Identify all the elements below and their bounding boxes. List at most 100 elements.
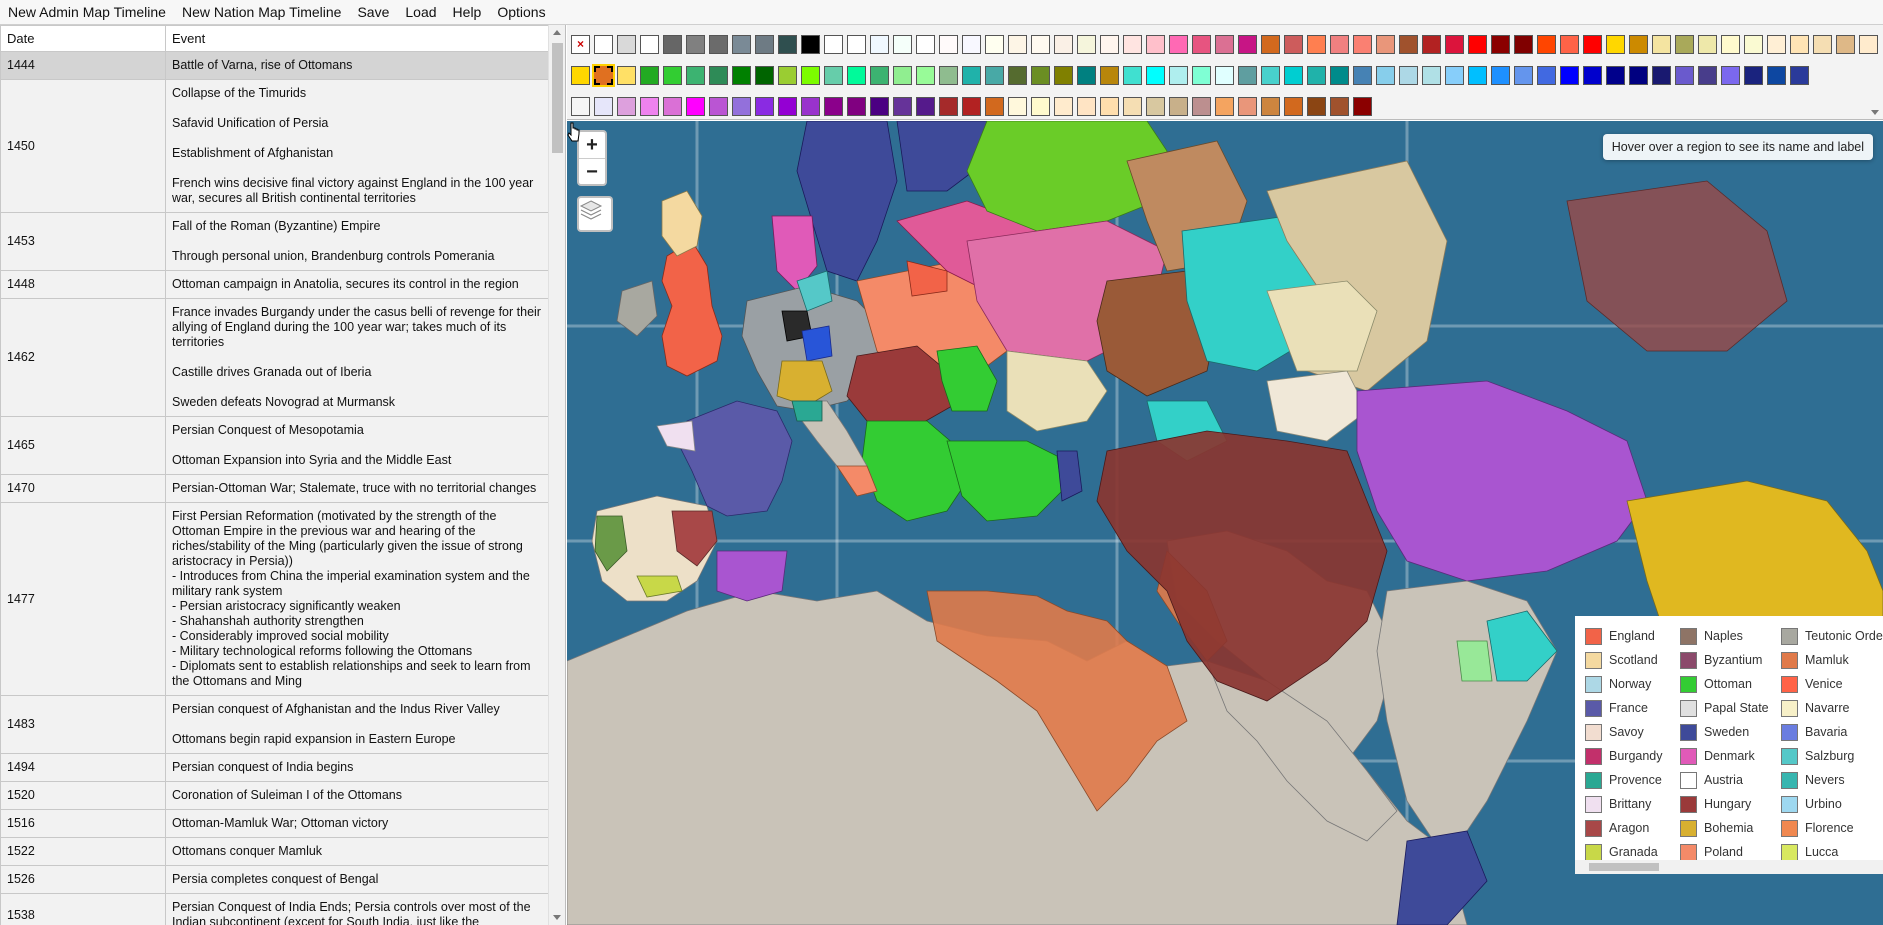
row-date[interactable]: 1444 bbox=[0, 51, 166, 80]
row-date[interactable]: 1470 bbox=[0, 474, 166, 503]
color-swatch[interactable] bbox=[1054, 97, 1073, 116]
color-swatch[interactable] bbox=[1767, 66, 1786, 85]
row-date[interactable]: 1448 bbox=[0, 270, 166, 299]
color-swatch[interactable] bbox=[847, 97, 866, 116]
color-swatch[interactable] bbox=[1560, 35, 1579, 54]
color-swatch[interactable] bbox=[1399, 35, 1418, 54]
color-swatch[interactable] bbox=[1031, 97, 1050, 116]
color-swatch[interactable] bbox=[824, 97, 843, 116]
color-swatch[interactable] bbox=[1422, 35, 1441, 54]
color-swatch[interactable] bbox=[985, 35, 1004, 54]
color-swatch[interactable] bbox=[1514, 35, 1533, 54]
table-row[interactable]: 1522 Ottomans conquer Mamluk bbox=[0, 837, 549, 866]
color-swatch[interactable] bbox=[1744, 66, 1763, 85]
color-swatch[interactable] bbox=[1790, 35, 1809, 54]
color-swatch[interactable] bbox=[1721, 35, 1740, 54]
color-swatch[interactable] bbox=[778, 97, 797, 116]
table-row[interactable]: 1453 Fall of the Roman (Byzantine) Empire… bbox=[0, 212, 549, 271]
color-swatch[interactable] bbox=[594, 35, 613, 54]
table-row[interactable]: 1520 Coronation of Suleiman I of the Otto… bbox=[0, 781, 549, 810]
color-swatch[interactable] bbox=[1238, 66, 1257, 85]
color-swatch[interactable] bbox=[939, 97, 958, 116]
color-swatch[interactable] bbox=[1560, 66, 1579, 85]
row-date[interactable]: 1465 bbox=[0, 416, 166, 475]
color-swatch[interactable] bbox=[1353, 35, 1372, 54]
row-event[interactable]: Persian Conquest of India Ends; Persia c… bbox=[165, 893, 549, 925]
color-swatch[interactable] bbox=[1468, 35, 1487, 54]
color-swatch[interactable] bbox=[1330, 97, 1349, 116]
row-event[interactable]: Collapse of the Timurids Safavid Unificat… bbox=[165, 79, 549, 213]
color-swatch[interactable] bbox=[709, 66, 728, 85]
color-swatch[interactable] bbox=[1008, 35, 1027, 54]
color-swatch[interactable] bbox=[594, 97, 613, 116]
color-swatch[interactable] bbox=[1031, 66, 1050, 85]
color-swatch[interactable] bbox=[1583, 35, 1602, 54]
row-date[interactable]: 1522 bbox=[0, 837, 166, 866]
table-row[interactable]: 1483 Persian conquest of Afghanistan and … bbox=[0, 695, 549, 754]
color-swatch[interactable] bbox=[962, 97, 981, 116]
color-swatch[interactable] bbox=[1537, 35, 1556, 54]
menu-item-save[interactable]: Save bbox=[349, 0, 397, 25]
color-swatch[interactable] bbox=[617, 97, 636, 116]
color-swatch[interactable] bbox=[571, 66, 590, 85]
zoom-out-button[interactable]: − bbox=[579, 158, 605, 184]
color-swatch[interactable] bbox=[1468, 66, 1487, 85]
palette-scroll-down-icon[interactable] bbox=[1871, 110, 1879, 115]
color-swatch[interactable] bbox=[1077, 97, 1096, 116]
color-swatch[interactable] bbox=[1284, 66, 1303, 85]
color-swatch[interactable] bbox=[663, 66, 682, 85]
color-swatch[interactable] bbox=[1146, 66, 1165, 85]
color-swatch[interactable] bbox=[1445, 35, 1464, 54]
color-swatch[interactable] bbox=[1238, 97, 1257, 116]
color-swatch[interactable] bbox=[1307, 35, 1326, 54]
color-swatch[interactable] bbox=[962, 66, 981, 85]
color-swatch[interactable] bbox=[732, 35, 751, 54]
color-swatch[interactable] bbox=[1215, 97, 1234, 116]
menu-item-help[interactable]: Help bbox=[445, 0, 490, 25]
table-row[interactable]: 1448 Ottoman campaign in Anatolia, secure… bbox=[0, 270, 549, 299]
scroll-down-icon[interactable] bbox=[553, 915, 561, 920]
color-swatch[interactable] bbox=[617, 35, 636, 54]
color-swatch[interactable] bbox=[663, 97, 682, 116]
color-swatch[interactable] bbox=[1123, 97, 1142, 116]
color-swatch[interactable] bbox=[1192, 66, 1211, 85]
row-date[interactable]: 1453 bbox=[0, 212, 166, 271]
color-swatch[interactable] bbox=[571, 97, 590, 116]
color-swatch[interactable] bbox=[893, 97, 912, 116]
color-swatch[interactable] bbox=[847, 35, 866, 54]
row-event[interactable]: Fall of the Roman (Byzantine) Empire Thro… bbox=[165, 212, 549, 271]
color-swatch[interactable] bbox=[1169, 66, 1188, 85]
menu-item-new-nation-map-timeline[interactable]: New Nation Map Timeline bbox=[174, 0, 350, 25]
color-swatch[interactable] bbox=[1077, 66, 1096, 85]
color-swatch[interactable] bbox=[686, 35, 705, 54]
color-swatch[interactable] bbox=[1307, 97, 1326, 116]
scroll-up-icon[interactable] bbox=[553, 30, 561, 35]
table-scrollbar[interactable] bbox=[548, 25, 565, 925]
row-event[interactable]: Ottomans conquer Mamluk bbox=[165, 837, 549, 866]
table-row[interactable]: 1538 Persian Conquest of India Ends; Pers… bbox=[0, 893, 549, 925]
color-swatch[interactable] bbox=[1652, 66, 1671, 85]
color-swatch[interactable] bbox=[1422, 66, 1441, 85]
table-row[interactable]: 1477 First Persian Reformation (motivated… bbox=[0, 502, 549, 696]
zoom-in-button[interactable]: + bbox=[579, 132, 605, 158]
color-swatch[interactable] bbox=[686, 97, 705, 116]
color-swatch[interactable] bbox=[1698, 66, 1717, 85]
color-swatch[interactable] bbox=[870, 97, 889, 116]
table-row[interactable]: 1462 France invades Burgandy under the ca… bbox=[0, 298, 549, 417]
table-row[interactable]: 1526 Persia completes conquest of Bengal bbox=[0, 865, 549, 894]
color-swatch[interactable] bbox=[916, 97, 935, 116]
color-swatch[interactable] bbox=[1077, 35, 1096, 54]
row-date[interactable]: 1526 bbox=[0, 865, 166, 894]
color-swatch[interactable] bbox=[686, 66, 705, 85]
legend-scrollbar[interactable] bbox=[1575, 860, 1883, 874]
row-event[interactable]: Persia completes conquest of Bengal bbox=[165, 865, 549, 894]
color-swatch[interactable] bbox=[732, 97, 751, 116]
color-swatch[interactable] bbox=[1491, 35, 1510, 54]
row-date[interactable]: 1450 bbox=[0, 79, 166, 213]
color-swatch[interactable] bbox=[1376, 35, 1395, 54]
date-column-header[interactable]: Date bbox=[0, 25, 166, 52]
color-swatch[interactable] bbox=[663, 35, 682, 54]
color-swatch[interactable] bbox=[1123, 35, 1142, 54]
color-swatch[interactable] bbox=[893, 66, 912, 85]
color-swatch[interactable] bbox=[709, 35, 728, 54]
